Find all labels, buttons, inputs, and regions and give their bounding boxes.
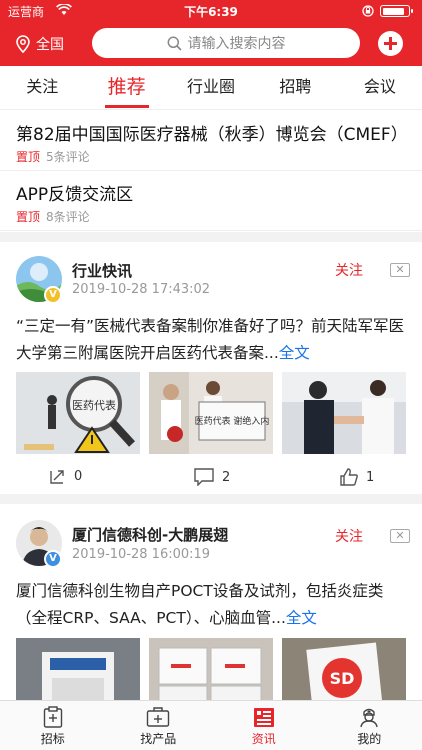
clock: 下午6:39	[184, 5, 238, 19]
share-count: 0	[74, 468, 83, 484]
post-text[interactable]: 厦门信德科创生物自产POCT设备及试剂，包括炎症类（全程CRP、SAA、PCT）…	[16, 578, 408, 632]
nurse-icon	[360, 708, 378, 728]
comment-count: 5条评论	[46, 150, 90, 164]
post-image[interactable]	[149, 638, 275, 700]
follow-button[interactable]: 关注	[335, 260, 363, 280]
post-image[interactable]	[16, 638, 142, 700]
pinned-title: APP反馈交流区	[16, 185, 134, 205]
comment-icon	[194, 468, 214, 486]
pinned-tag: 置顶	[16, 150, 41, 164]
thumbs-up-icon	[340, 468, 358, 486]
battery-icon	[380, 5, 413, 17]
bottom-tab-bar: 招标 找产品 资讯 我的	[0, 700, 422, 750]
post-image[interactable]	[282, 372, 408, 454]
post-text[interactable]: “三定一有”医械代表备案制你准备好了吗？前天陆军军医大学第三附属医院开启医药代表…	[16, 313, 408, 367]
clipboard-icon	[43, 706, 62, 728]
verified-badge-icon: V	[44, 286, 62, 304]
nav-mine[interactable]: 我的	[317, 701, 422, 750]
pinned-meta: 置顶 8条评论	[16, 208, 90, 225]
pinned-list: 第82届中国国际医疗器械（秋季）博览会（CMEF） 置顶 5条评论 APP反馈交流…	[0, 111, 422, 231]
post-image[interactable]: 医药代表	[16, 372, 142, 454]
nav-tenders[interactable]: 招标	[0, 701, 106, 750]
tab-follow[interactable]: 关注	[0, 66, 84, 109]
comment-button[interactable]: 2	[194, 468, 230, 486]
comment-count: 8条评论	[46, 210, 90, 224]
image-caption: SD	[330, 669, 355, 688]
close-icon[interactable]: ✕	[390, 263, 410, 277]
like-button[interactable]: 1	[340, 468, 374, 486]
post-time: 2019-10-28 16:00:19	[72, 547, 211, 562]
feed-post[interactable]: V 厦门信德科创-大鹏展翅 2019-10-28 16:00:19 关注 ✕ 厦…	[0, 504, 422, 700]
pinned-item[interactable]: 第82届中国国际医疗器械（秋季）博览会（CMEF） 置顶 5条评论	[0, 111, 422, 171]
add-post-button[interactable]	[378, 31, 403, 56]
post-images: 医药代表 医药代表 谢绝入内	[16, 372, 408, 454]
post-image[interactable]: 医药代表 谢绝入内	[149, 372, 275, 454]
search-input[interactable]: 请输入搜索内容	[92, 28, 360, 58]
section-divider	[0, 232, 422, 242]
search-icon	[167, 36, 182, 51]
post-time: 2019-10-28 17:43:02	[72, 282, 211, 297]
post-text-content: 厦门信德科创生物自产POCT设备及试剂，包括炎症类（全程CRP、SAA、PCT）…	[16, 582, 384, 627]
pinned-tag: 置顶	[16, 210, 41, 224]
news-icon	[253, 708, 274, 727]
verified-badge-icon: V	[44, 550, 62, 568]
follow-button[interactable]: 关注	[335, 526, 363, 546]
nav-label: 招标	[40, 732, 65, 746]
image-caption: 医药代表	[72, 398, 116, 412]
post-actions: 0 2 1	[0, 468, 422, 492]
pinned-item[interactable]: APP反馈交流区 置顶 8条评论	[0, 171, 422, 231]
close-icon[interactable]: ✕	[390, 529, 410, 543]
nav-label: 资讯	[251, 732, 276, 746]
image-caption: 医药代表 谢绝入内	[195, 415, 270, 427]
nav-find-products[interactable]: 找产品	[106, 701, 212, 750]
battery-level	[382, 7, 405, 15]
tab-recommend[interactable]: 推荐	[84, 66, 168, 109]
full-text-link[interactable]: 全文	[286, 609, 317, 627]
like-count: 1	[366, 469, 375, 485]
share-button[interactable]: 0	[50, 468, 82, 484]
tab-meetings[interactable]: 会议	[338, 66, 422, 109]
share-icon	[50, 470, 64, 484]
author-name[interactable]: 行业快讯	[72, 260, 132, 281]
category-tabs: 关注 推荐 行业圈 招聘 会议	[0, 66, 422, 110]
location-label: 全国	[36, 37, 64, 53]
rotation-lock-icon	[362, 5, 374, 17]
status-bar: 运营商 下午6:39	[0, 0, 422, 22]
app-header: 运营商 下午6:39 全国 请输入搜索内容	[0, 0, 422, 66]
location-pin-icon	[16, 35, 30, 53]
tab-jobs[interactable]: 招聘	[253, 66, 337, 109]
tab-industry-circle[interactable]: 行业圈	[169, 66, 253, 109]
full-text-link[interactable]: 全文	[279, 344, 310, 362]
search-placeholder: 请输入搜索内容	[187, 36, 286, 52]
comment-count: 2	[222, 469, 231, 485]
author-name[interactable]: 厦门信德科创-大鹏展翅	[72, 524, 228, 545]
post-text-content: “三定一有”医械代表备案制你准备好了吗？前天陆军军医大学第三附属医院开启医药代表…	[16, 317, 405, 362]
section-divider	[0, 494, 422, 504]
medkit-icon	[147, 707, 170, 727]
post-image[interactable]: SD	[282, 638, 408, 700]
post-images: SD	[16, 638, 408, 700]
nav-news[interactable]: 资讯	[211, 701, 317, 750]
nav-label: 找产品	[140, 732, 177, 746]
location-selector[interactable]: 全国	[16, 33, 64, 55]
nav-label: 我的	[357, 732, 382, 746]
feed-post[interactable]: V 行业快讯 2019-10-28 17:43:02 关注 ✕ “三定一有”医械…	[0, 242, 422, 494]
pinned-meta: 置顶 5条评论	[16, 148, 90, 165]
pinned-title: 第82届中国国际医疗器械（秋季）博览会（CMEF）	[16, 125, 408, 145]
